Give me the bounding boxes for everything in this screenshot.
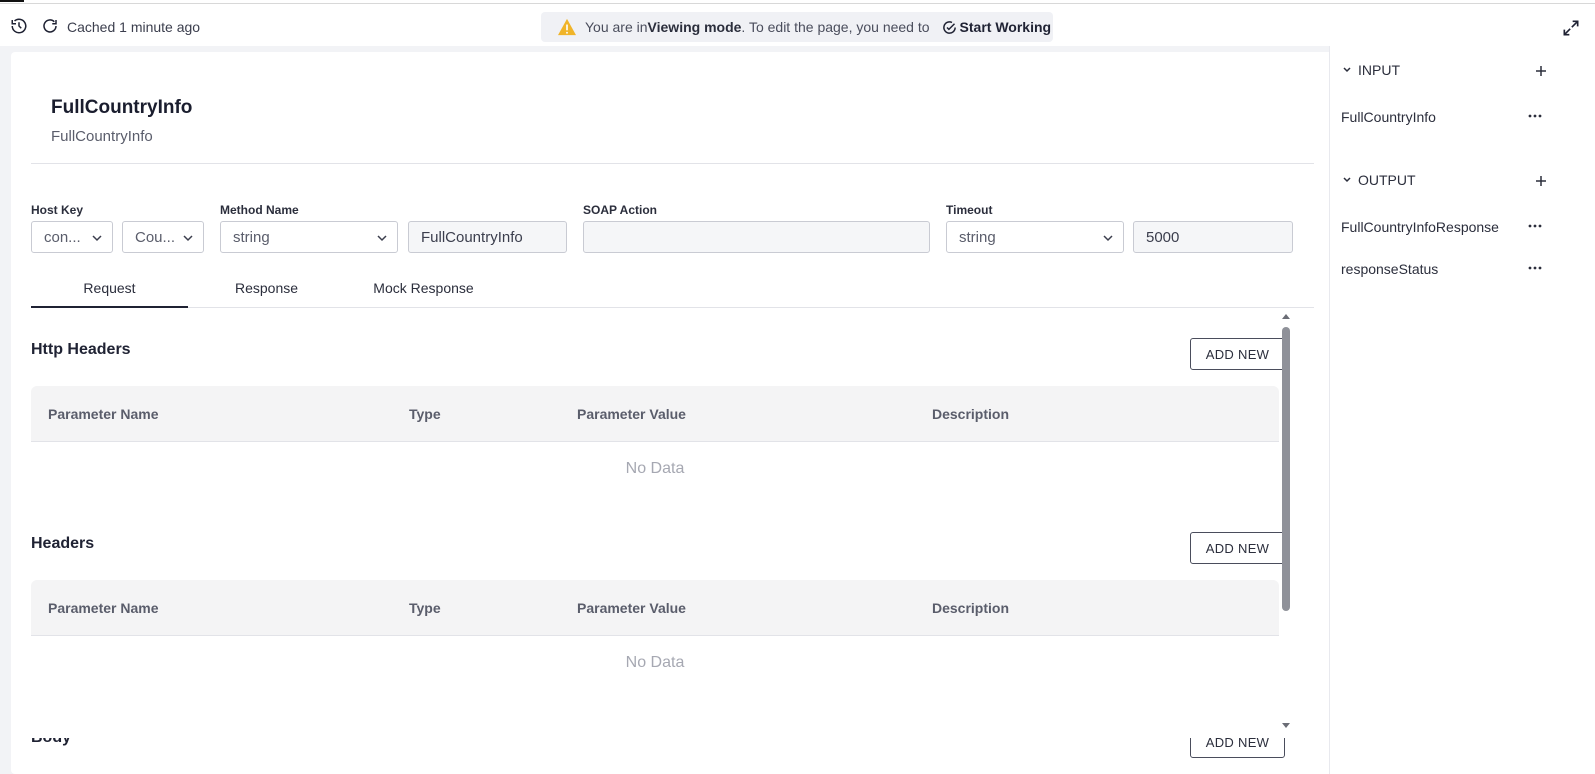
soap-action-field[interactable] bbox=[583, 221, 930, 253]
chevron-down-icon bbox=[1103, 235, 1113, 242]
top-rule bbox=[0, 3, 1595, 4]
toolbar: Cached 1 minute ago You are in Viewing m… bbox=[0, 6, 1595, 46]
method-name-field[interactable]: FullCountryInfo bbox=[408, 221, 567, 253]
banner-suffix: . To edit the page, you need to bbox=[741, 19, 930, 35]
http-headers-title: Http Headers bbox=[31, 341, 131, 358]
method-type-select[interactable]: string bbox=[220, 221, 398, 253]
http-headers-add-button[interactable]: ADD NEW bbox=[1190, 338, 1285, 370]
headers-table-header: Parameter Name Type Parameter Value Desc… bbox=[31, 580, 1279, 636]
headers-title: Headers bbox=[31, 535, 95, 552]
headers-add-button[interactable]: ADD NEW bbox=[1190, 532, 1285, 564]
cached-status: Cached 1 minute ago bbox=[67, 19, 201, 35]
soap-action-label: SOAP Action bbox=[583, 203, 658, 217]
start-working-button[interactable]: Start Working bbox=[942, 19, 1052, 35]
headers-empty: No Data bbox=[625, 654, 685, 671]
tab-bar: Request Response Mock Response bbox=[31, 270, 1314, 308]
timeout-label: Timeout bbox=[946, 203, 993, 217]
expand-icon[interactable] bbox=[1561, 18, 1581, 38]
start-working-label: Start Working bbox=[959, 19, 1052, 35]
page-subtitle: FullCountryInfo bbox=[51, 128, 153, 145]
output-item[interactable]: responseStatus bbox=[1341, 261, 1438, 277]
http-headers-empty: No Data bbox=[625, 460, 685, 477]
column-type: Type bbox=[409, 600, 441, 616]
scrollbar-thumb[interactable] bbox=[1282, 327, 1290, 611]
banner-prefix: You are in bbox=[585, 19, 648, 35]
host-key-value-2: Cou... bbox=[135, 228, 176, 246]
output-item[interactable]: FullCountryInfoResponse bbox=[1341, 219, 1499, 235]
history-icon[interactable] bbox=[9, 16, 29, 36]
input-section-toggle[interactable]: INPUT bbox=[1342, 62, 1400, 78]
title-divider bbox=[31, 163, 1314, 164]
method-name-value: FullCountryInfo bbox=[421, 228, 523, 246]
input-item[interactable]: FullCountryInfo bbox=[1341, 109, 1436, 125]
timeout-value: 5000 bbox=[1146, 228, 1180, 246]
column-parameter-value: Parameter Value bbox=[577, 406, 686, 422]
io-panel: INPUT FullCountryInfo OUTPUT FullCountry… bbox=[1329, 46, 1595, 774]
add-input-icon[interactable] bbox=[1534, 64, 1548, 78]
more-icon[interactable] bbox=[1528, 265, 1542, 271]
column-description: Description bbox=[932, 406, 1010, 422]
chevron-down-icon bbox=[377, 235, 387, 242]
column-parameter-name: Parameter Name bbox=[48, 406, 159, 422]
scroll-up-arrow[interactable] bbox=[1281, 312, 1291, 320]
chevron-down-icon bbox=[1343, 177, 1351, 183]
body-add-button[interactable]: ADD NEW bbox=[1190, 738, 1285, 758]
chevron-down-icon bbox=[1343, 67, 1351, 73]
chevron-down-icon bbox=[183, 235, 193, 242]
page-title: FullCountryInfo bbox=[51, 97, 193, 118]
tab-response[interactable]: Response bbox=[188, 280, 345, 308]
timeout-type-value: string bbox=[959, 228, 996, 246]
column-parameter-name: Parameter Name bbox=[48, 600, 159, 616]
tab-request[interactable]: Request bbox=[31, 280, 188, 308]
host-key-select-2[interactable]: Cou... bbox=[122, 221, 204, 253]
timeout-type-select[interactable]: string bbox=[946, 221, 1124, 253]
body-section-clip: Body ADD NEW bbox=[11, 738, 1334, 774]
tab-mock-response[interactable]: Mock Response bbox=[345, 280, 502, 308]
body-title: Body bbox=[31, 738, 71, 747]
more-icon[interactable] bbox=[1528, 223, 1542, 229]
warning-icon bbox=[558, 18, 576, 36]
host-key-select[interactable]: con... bbox=[31, 221, 113, 253]
top-edge-mark bbox=[0, 0, 24, 2]
column-description: Description bbox=[932, 600, 1010, 616]
column-parameter-value: Parameter Value bbox=[577, 600, 686, 616]
check-circle-icon bbox=[942, 20, 956, 34]
input-label: INPUT bbox=[1358, 62, 1400, 78]
banner-mode: Viewing mode bbox=[647, 19, 742, 35]
method-type-value: string bbox=[233, 228, 270, 246]
viewing-mode-banner: You are in Viewing mode . To edit the pa… bbox=[541, 12, 1053, 42]
timeout-field[interactable]: 5000 bbox=[1133, 221, 1293, 253]
main-card: FullCountryInfo FullCountryInfo Host Key… bbox=[11, 52, 1334, 774]
host-key-label: Host Key bbox=[31, 203, 84, 217]
more-icon[interactable] bbox=[1528, 113, 1542, 119]
host-key-value: con... bbox=[44, 228, 81, 246]
add-output-icon[interactable] bbox=[1534, 174, 1548, 188]
chevron-down-icon bbox=[92, 235, 102, 242]
scroll-down-arrow[interactable] bbox=[1281, 722, 1291, 730]
refresh-icon[interactable] bbox=[40, 16, 60, 36]
column-type: Type bbox=[409, 406, 441, 422]
method-name-label: Method Name bbox=[220, 203, 299, 217]
output-section-toggle[interactable]: OUTPUT bbox=[1342, 172, 1416, 188]
http-headers-table-header: Parameter Name Type Parameter Value Desc… bbox=[31, 386, 1279, 442]
output-label: OUTPUT bbox=[1358, 172, 1416, 188]
